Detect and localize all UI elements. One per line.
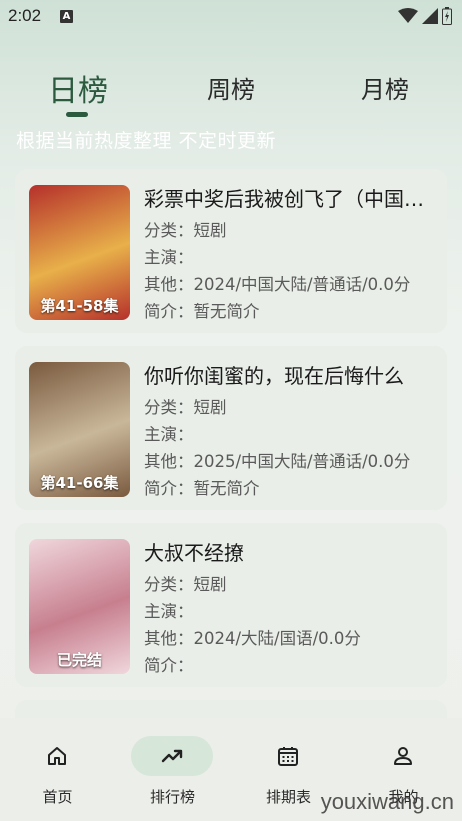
calendar-icon (278, 747, 298, 766)
drama-poster: 第41-66集 (29, 362, 130, 497)
drama-category: 分类：短剧 (144, 398, 227, 417)
nav-home[interactable]: 首页 (0, 718, 115, 821)
nav-ranking-label: 排行榜 (149, 788, 195, 806)
status-time: 2:02 (8, 6, 42, 25)
home-icon (48, 747, 66, 765)
drama-category: 分类：短剧 (144, 221, 227, 240)
nav-ranking[interactable]: 排行榜 (115, 718, 230, 821)
drama-card[interactable]: 已完结 大叔不经撩 分类：短剧 主演： 其他：2024/大陆/国语/0.0分 简… (15, 523, 447, 687)
drama-title: 大叔不经撩 (144, 541, 244, 565)
drama-intro: 简介：暂无简介 (144, 302, 260, 321)
tab-monthly[interactable]: 月榜 (361, 70, 409, 105)
poster-episode-label: 第41-58集 (40, 297, 119, 315)
tab-weekly[interactable]: 周榜 (207, 70, 255, 105)
drama-intro: 简介：暂无简介 (144, 479, 260, 498)
status-icons (398, 7, 452, 25)
drama-cast: 主演： (144, 602, 194, 621)
person-icon (394, 747, 412, 765)
battery-icon (442, 7, 452, 25)
notification-icon: A (60, 10, 73, 23)
status-bar: 2:02 A (0, 0, 462, 32)
drama-category: 分类：短剧 (144, 575, 227, 594)
watermark: youxiwang.cn (320, 789, 454, 814)
page-subtitle: 根据当前热度整理 不定时更新 (16, 130, 277, 152)
tab-indicator (66, 112, 88, 117)
ranking-tabs: 日榜 周榜 月榜 (0, 70, 462, 120)
nav-home-label: 首页 (42, 788, 73, 806)
drama-other: 其他：2024/中国大陆/普通话/0.0分 (144, 275, 411, 294)
signal-icon (422, 8, 438, 24)
drama-other: 其他：2024/大陆/国语/0.0分 (144, 629, 361, 648)
drama-card[interactable]: 第41-66集 你听你闺蜜的，现在后悔什么 分类：短剧 主演： 其他：2025/… (15, 346, 447, 510)
drama-title: 彩票中奖后我被创飞了（中国大陆） (144, 187, 434, 211)
drama-poster: 已完结 (29, 539, 130, 674)
drama-title: 你听你闺蜜的，现在后悔什么 (144, 364, 404, 388)
trending-icon (161, 749, 183, 763)
wifi-icon (398, 8, 418, 23)
drama-cast: 主演： (144, 248, 194, 267)
drama-poster: 第41-58集 (29, 185, 130, 320)
drama-intro: 简介： (144, 656, 194, 675)
tab-daily[interactable]: 日榜 (48, 66, 108, 110)
poster-status-label: 已完结 (56, 651, 102, 669)
drama-card[interactable]: 第41-58集 彩票中奖后我被创飞了（中国大陆） 分类：短剧 主演： 其他：20… (15, 169, 447, 333)
drama-cast: 主演： (144, 425, 194, 444)
drama-other: 其他：2025/中国大陆/普通话/0.0分 (144, 452, 411, 471)
poster-episode-label: 第41-66集 (40, 474, 119, 492)
